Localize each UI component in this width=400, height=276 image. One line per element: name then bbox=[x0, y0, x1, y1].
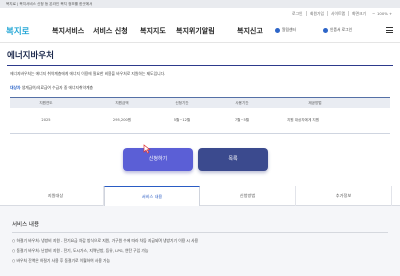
util-sitemap-link[interactable]: 사이트맵 bbox=[331, 11, 345, 16]
util-signup-link[interactable]: 회원가입 bbox=[310, 11, 324, 16]
target-info: 대상자 생계급여/의료급여 수급자 중 에너지취약계층 bbox=[10, 85, 93, 90]
tab-service-content[interactable]: 서비스 내용 bbox=[104, 186, 200, 207]
main-navigation: 복지로 복지서비스 서비스 신청 복지지도 복지위기알림 복지신고 알림센터 인… bbox=[0, 19, 400, 43]
table-cell: 5월~12월 bbox=[173, 118, 191, 122]
bullet-text: 바우처 잔액은 하절기 사용 후 동절기로 이월하여 사용 가능 bbox=[16, 258, 111, 263]
tab-apply-method[interactable]: 신청방법 bbox=[200, 186, 296, 206]
table-header-cell: 제공방법 bbox=[308, 101, 322, 105]
target-tag: 대상자 bbox=[10, 85, 21, 90]
hamburger-menu-icon[interactable] bbox=[386, 27, 393, 33]
notice-bar: 복지로 | 복지서비스 신청 등 온라인 복지 정보를 한곳에서 bbox=[0, 0, 400, 8]
utility-bar: 로그인 회원가입 사이트맵 화면크기 − 100% + bbox=[0, 8, 400, 19]
zoom-plus-button[interactable]: + bbox=[389, 11, 392, 16]
tab-additional-info[interactable]: 추가정보 bbox=[296, 186, 392, 206]
service-description: 에너지바우처는 에너지 취약계층에게 에너지 이용에 필요한 비용을 바우처로 … bbox=[10, 71, 166, 76]
table-row: 2025 295,200원 5월~12월 7월~5월 지원 대상자에게 지원 bbox=[10, 108, 390, 134]
content-bullet: ○ 하절기 바우처: 냉방비 지원 - 전기요금 차감 방식으로 지원, 가구원… bbox=[12, 238, 199, 243]
bell-icon bbox=[275, 28, 280, 33]
certificate-login-link[interactable]: 인증서 로그인 bbox=[330, 27, 352, 33]
bullet-text: 하절기 바우처: 냉방비 지원 - 전기요금 차감 방식으로 지원, 가구원 수… bbox=[16, 238, 199, 243]
support-table: 지원연도 지원금액 신청기간 사용기간 제공방법 2025 295,200원 5… bbox=[10, 97, 390, 134]
table-cell: 7월~5월 bbox=[234, 118, 250, 122]
table-cell: 295,200원 bbox=[112, 118, 132, 122]
svg-text:복지로: 복지로 bbox=[6, 26, 30, 37]
table-cell: 지원 대상자에게 지원 bbox=[286, 118, 320, 122]
section-title: 서비스 내용 bbox=[12, 222, 40, 228]
service-tabs: 지원대상 서비스 내용 신청방법 추가정보 bbox=[0, 186, 400, 207]
title-divider bbox=[7, 65, 393, 66]
zoom-minus-button[interactable]: − bbox=[372, 11, 375, 16]
alert-center-link[interactable]: 알림센터 bbox=[282, 27, 296, 33]
table-header-cell: 사용기간 bbox=[235, 101, 249, 105]
mouse-cursor-icon bbox=[143, 144, 151, 154]
table-header-cell: 지원금액 bbox=[115, 101, 129, 105]
page-title: 에너지바우처 bbox=[7, 51, 54, 61]
list-button[interactable]: 목록 bbox=[198, 148, 268, 171]
table-cell: 2025 bbox=[41, 118, 51, 122]
nav-welfare-service[interactable]: 복지서비스 bbox=[52, 27, 84, 36]
table-header-cell: 신청기간 bbox=[175, 101, 189, 105]
table-header-cell: 지원연도 bbox=[39, 101, 53, 105]
target-text: 생계급여/의료급여 수급자 중 에너지취약계층 bbox=[21, 85, 93, 90]
util-separator bbox=[306, 11, 307, 16]
table-header-row: 지원연도 지원금액 신청기간 사용기간 제공방법 bbox=[10, 97, 390, 108]
util-separator bbox=[348, 11, 349, 16]
bullet-text: 동절기 바우처: 난방비 지원 - 전기, 도시가스, 지역난방, 등유, LP… bbox=[16, 248, 149, 253]
zoom-level: 100% bbox=[377, 11, 388, 16]
site-logo[interactable]: 복지로 bbox=[6, 23, 32, 37]
util-zoom-label: 화면크기 bbox=[352, 11, 366, 16]
content-bullet: ○ 바우처 잔액은 하절기 사용 후 동절기로 이월하여 사용 가능 bbox=[12, 258, 111, 263]
nav-crisis-alert[interactable]: 복지위기알림 bbox=[176, 27, 215, 36]
util-separator bbox=[327, 11, 328, 16]
section-divider bbox=[12, 232, 388, 233]
content-bullet: ○ 동절기 바우처: 난방비 지원 - 전기, 도시가스, 지역난방, 등유, … bbox=[12, 248, 149, 253]
nav-welfare-map[interactable]: 복지지도 bbox=[140, 27, 166, 36]
tab-eligibility[interactable]: 지원대상 bbox=[8, 186, 104, 206]
apply-button[interactable]: 신청하기 bbox=[123, 148, 193, 171]
nav-service-apply[interactable]: 서비스 신청 bbox=[93, 27, 128, 36]
user-icon bbox=[323, 28, 328, 33]
util-login-link[interactable]: 로그인 bbox=[292, 11, 302, 16]
nav-welfare-report[interactable]: 복지신고 bbox=[237, 27, 263, 36]
